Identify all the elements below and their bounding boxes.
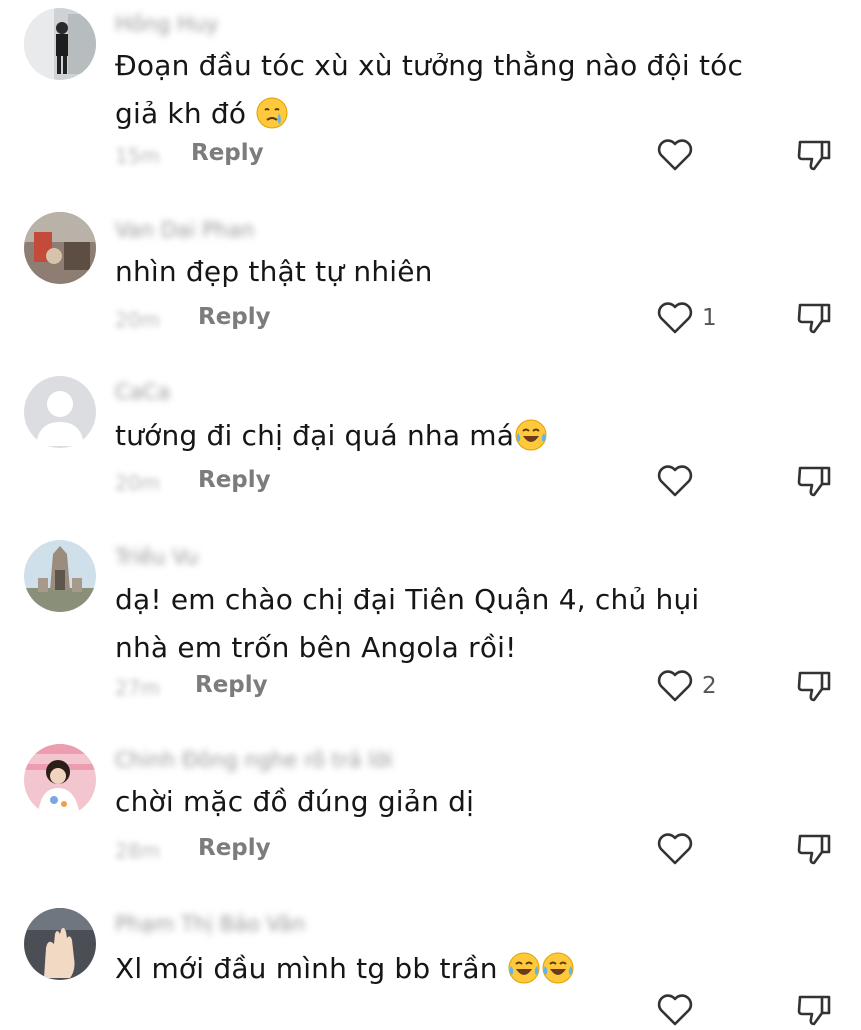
reply-button[interactable]: Reply xyxy=(195,672,268,698)
comment-text-content: nhìn đẹp thật tự nhiên xyxy=(115,255,433,288)
comment-username[interactable]: CaCa xyxy=(115,380,170,404)
comment-time: 20m xyxy=(115,471,160,495)
heart-outline-icon[interactable] xyxy=(655,666,695,706)
heart-outline-icon[interactable] xyxy=(655,298,695,338)
avatar-placeholder[interactable] xyxy=(24,376,96,448)
like-count: 2 xyxy=(702,673,717,699)
avatar[interactable] xyxy=(24,212,96,284)
avatar[interactable] xyxy=(24,8,96,80)
reply-button[interactable]: Reply xyxy=(198,835,271,861)
comment-username[interactable]: Hồng Huy xyxy=(115,12,218,36)
comment-time: 15m xyxy=(115,144,160,168)
thumbs-down-icon[interactable] xyxy=(796,831,832,867)
tears-of-joy-icon xyxy=(542,952,574,984)
comment-text: nhìn đẹp thật tự nhiên xyxy=(115,248,755,296)
comment-time: 20m xyxy=(115,308,160,332)
heart-outline-icon[interactable] xyxy=(655,461,695,501)
crying-face-icon xyxy=(256,97,288,129)
comment-text: chời mặc đồ đúng giản dị xyxy=(115,778,755,826)
comment-username[interactable]: Triều Vu xyxy=(115,545,198,569)
avatar[interactable] xyxy=(24,744,96,816)
comment-text: dạ! em chào chị đại Tiên Quận 4, chủ hụi… xyxy=(115,576,755,672)
comment-username[interactable]: Chinh Đông nghe rõ trả lời xyxy=(115,748,393,772)
comment-text-content: Xl mới đầu mình tg bb trần xyxy=(115,952,498,985)
avatar[interactable] xyxy=(24,540,96,612)
comment-text-content: tướng đi chị đại quá nha má xyxy=(115,419,515,452)
heart-outline-icon[interactable] xyxy=(655,990,695,1030)
reply-button[interactable]: Reply xyxy=(191,140,264,166)
tears-of-joy-icon xyxy=(508,952,540,984)
thumbs-down-icon[interactable] xyxy=(796,137,832,173)
thumbs-down-icon[interactable] xyxy=(796,463,832,499)
heart-outline-icon[interactable] xyxy=(655,135,695,175)
like-count: 1 xyxy=(702,305,717,331)
comment-text-content: Đoạn đầu tóc xù xù tưởng thằng nào đội t… xyxy=(115,49,744,130)
comment-username[interactable]: Phạm Thị Bảo Vân xyxy=(115,912,305,936)
comment-text-content: chời mặc đồ đúng giản dị xyxy=(115,785,475,818)
thumbs-down-icon[interactable] xyxy=(796,668,832,704)
reply-button[interactable]: Reply xyxy=(198,304,271,330)
comment-text: tướng đi chị đại quá nha má xyxy=(115,412,755,460)
comment-username[interactable]: Van Dai Phan xyxy=(115,218,254,242)
comment-time: 27m xyxy=(115,676,160,700)
heart-outline-icon[interactable] xyxy=(655,829,695,869)
thumbs-down-icon[interactable] xyxy=(796,992,832,1028)
comment-text: Đoạn đầu tóc xù xù tưởng thằng nào đội t… xyxy=(115,42,755,138)
thumbs-down-icon[interactable] xyxy=(796,300,832,336)
tears-of-joy-icon xyxy=(515,419,547,451)
reply-button[interactable]: Reply xyxy=(198,467,271,493)
comment-text: Xl mới đầu mình tg bb trần xyxy=(115,945,755,993)
comment-time: 28m xyxy=(115,839,160,863)
avatar[interactable] xyxy=(24,908,96,980)
comment-text-content: dạ! em chào chị đại Tiên Quận 4, chủ hụi… xyxy=(115,583,700,664)
